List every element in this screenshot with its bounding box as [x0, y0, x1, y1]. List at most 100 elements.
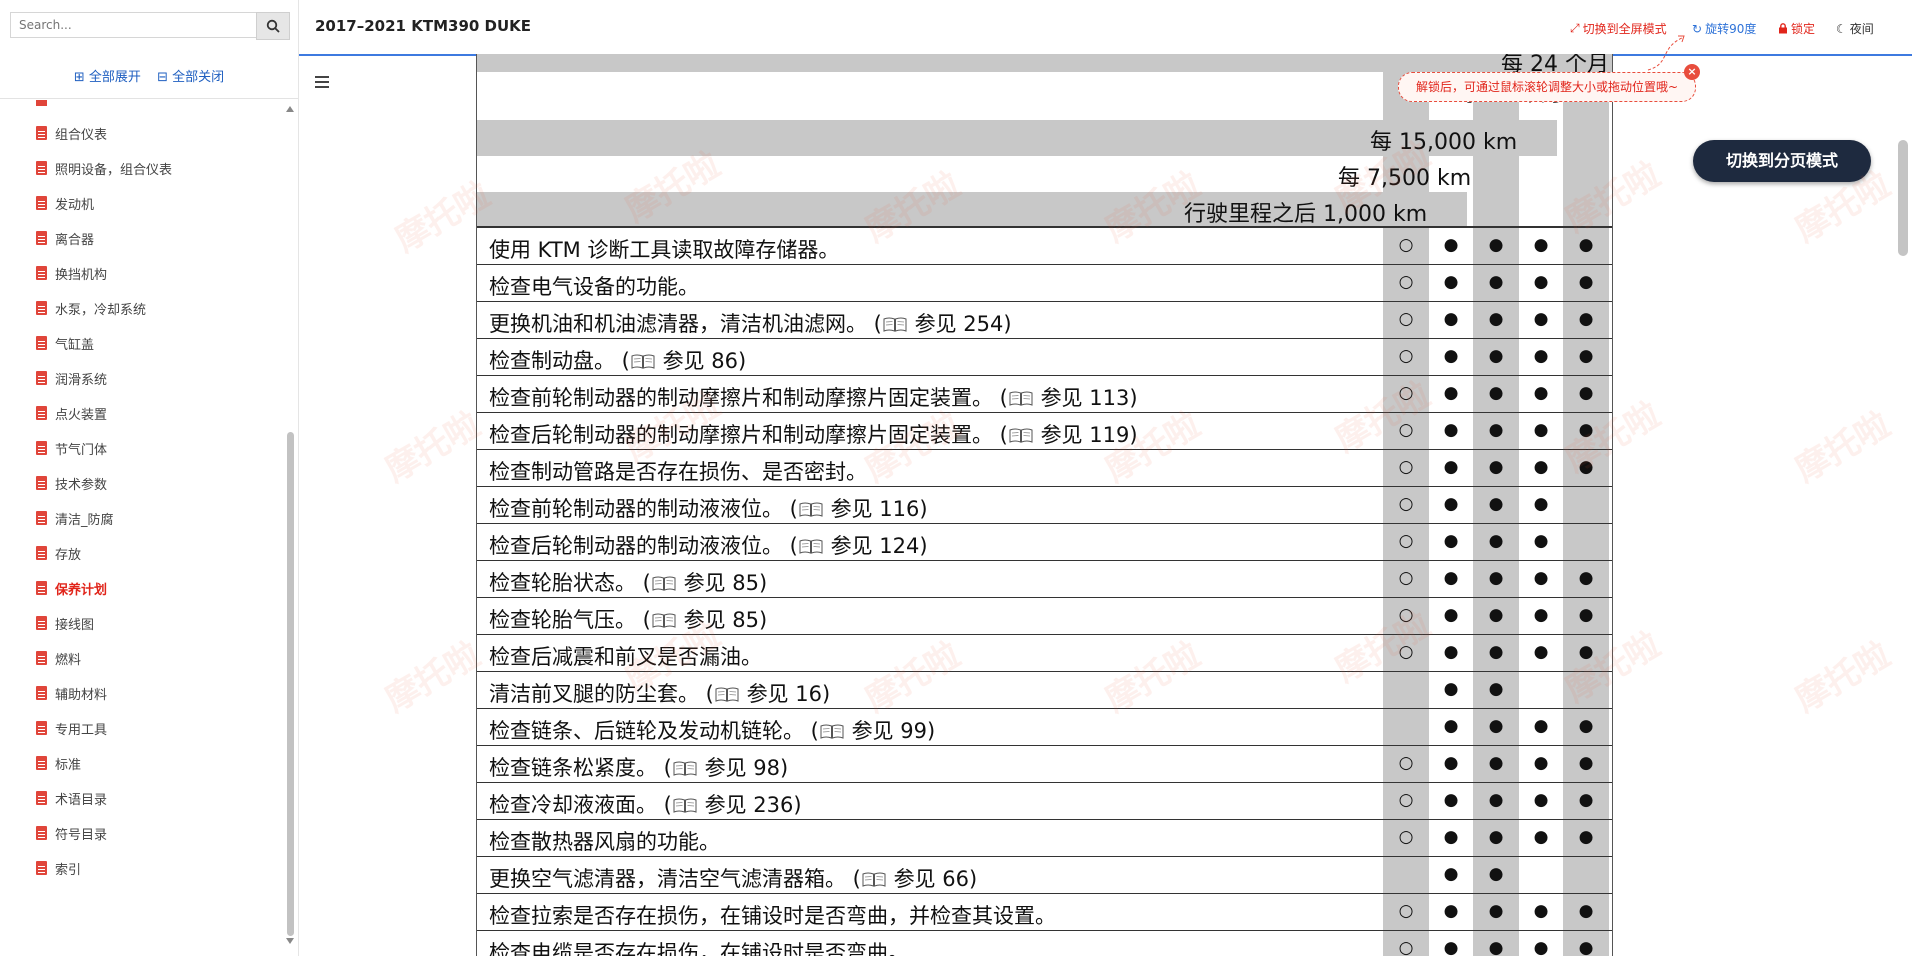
collapse-all-button[interactable]: ⊟ 全部关闭 [157, 70, 224, 85]
interval-mark: ○ [1398, 827, 1414, 847]
page-ref-link[interactable]: 119 [1089, 423, 1129, 447]
sidebar-item-label: 索引 [55, 862, 82, 878]
sidebar-item[interactable]: 发动机 [36, 193, 94, 213]
interval-mark: ● [1488, 346, 1504, 366]
interval-mark: ○ [1398, 790, 1414, 810]
sidebar-item[interactable]: 照明设备，组合仪表 [36, 158, 172, 178]
sidebar-item[interactable]: 存放 [36, 543, 81, 563]
sidebar-item[interactable]: 节气门体 [36, 438, 107, 458]
interval-mark: ● [1488, 568, 1504, 588]
sidebar-item[interactable]: 离合器 [36, 228, 94, 248]
interval-mark: ● [1578, 827, 1594, 847]
interval-mark: ● [1488, 827, 1504, 847]
scroll-up-arrow[interactable] [286, 106, 294, 112]
interval-mark: ● [1533, 420, 1549, 440]
page-ref-link[interactable]: 66 [942, 867, 969, 891]
sidebar-item-label: 术语目录 [55, 792, 108, 808]
page-ref-link[interactable]: 254 [963, 312, 1003, 336]
sidebar-item-label: 接线图 [55, 617, 95, 633]
page-ref-link[interactable]: 16 [795, 682, 822, 706]
table-row: 检查后减震和前叉是否漏油。 ○ ● ● ● ● [477, 634, 1612, 672]
page-ref-link[interactable]: 236 [753, 793, 793, 817]
sidebar-item[interactable]: 专用工具 [36, 718, 107, 738]
menu-icon[interactable] [315, 76, 329, 88]
page-ref-link[interactable]: 99 [900, 719, 927, 743]
book-icon [652, 576, 676, 591]
sidebar-item[interactable]: 气缸盖 [36, 333, 94, 353]
search-button[interactable] [256, 12, 290, 40]
book-icon [1009, 391, 1033, 406]
page-scrollbar-thumb[interactable] [1898, 140, 1908, 256]
interval-mark: ● [1533, 346, 1549, 366]
page-ref-link[interactable]: 86 [711, 349, 738, 373]
sidebar-item[interactable]: 组合仪表 [36, 123, 107, 143]
file-icon [36, 441, 47, 455]
page-ref-link[interactable]: 98 [753, 756, 780, 780]
interval-mark: ● [1578, 568, 1594, 588]
sidebar-item[interactable]: 术语目录 [36, 788, 107, 808]
lock-button[interactable]: 锁定 [1778, 20, 1815, 37]
interval-mark: ● [1578, 383, 1594, 403]
rotate-icon: ↻ [1692, 21, 1703, 36]
page-ref-link[interactable]: 113 [1089, 386, 1129, 410]
ref-prefix: 参见 [893, 867, 936, 891]
sidebar-item[interactable]: 换挡机构 [36, 263, 107, 283]
sidebar-item[interactable]: 辅助材料 [36, 683, 107, 703]
interval-mark: ○ [1398, 235, 1414, 255]
interval-mark: ● [1533, 531, 1549, 551]
night-mode-button[interactable]: ☾ 夜间 [1836, 20, 1874, 37]
expand-all-button[interactable]: ⊞ 全部展开 [74, 70, 141, 85]
sidebar-item[interactable]: 水泵，冷却系统 [36, 298, 146, 318]
interval-mark: ● [1578, 457, 1594, 477]
scroll-down-arrow[interactable] [286, 938, 294, 944]
task-label: 检查散热器风扇的功能。 [489, 830, 720, 854]
page-ref-link[interactable]: 116 [879, 497, 919, 521]
sidebar-scrollbar[interactable] [286, 106, 294, 946]
sidebar-item[interactable]: 接线图 [36, 613, 94, 633]
watermark-logo: 摩托啦 [1788, 404, 1897, 491]
interval-mark: ● [1533, 790, 1549, 810]
sidebar-item[interactable]: 符号目录 [36, 823, 107, 843]
interval-mark: ● [1533, 494, 1549, 514]
interval-label: 行驶里程之后 1,000 km [1184, 202, 1428, 227]
ref-prefix: 参见 [914, 312, 957, 336]
page-ref-link[interactable]: 85 [732, 608, 759, 632]
task-label: 检查轮胎气压。 [489, 608, 636, 632]
sidebar-item[interactable]: 燃料 [36, 648, 81, 668]
book-icon [862, 872, 886, 887]
task-label: 检查后轮制动器的制动液液位。 [489, 534, 783, 558]
interval-mark: ● [1578, 938, 1594, 956]
book-icon [820, 724, 844, 739]
close-icon[interactable]: × [1684, 64, 1700, 80]
header-divider [477, 226, 1612, 228]
interval-mark: ● [1533, 642, 1549, 662]
task-text: 检查制动管路是否存在损伤、是否密封。 [489, 456, 867, 486]
interval-mark: ○ [1398, 494, 1414, 514]
interval-mark: ● [1443, 383, 1459, 403]
sidebar-item[interactable]: 索引 [36, 858, 81, 878]
interval-mark: ● [1443, 827, 1459, 847]
interval-mark: ● [1533, 827, 1549, 847]
page-ref-link[interactable]: 85 [732, 571, 759, 595]
page-mode-button[interactable]: 切换到分页模式 [1693, 140, 1871, 182]
interval-mark: ● [1533, 309, 1549, 329]
task-label: 检查后轮制动器的制动摩擦片和制动摩擦片固定装置。 [489, 423, 993, 447]
sidebar-item[interactable]: 技术参数 [36, 473, 107, 493]
sidebar-item[interactable]: 清洁_防腐 [36, 508, 114, 528]
table-row: 检查后轮制动器的制动液液位。 ( 参见 124) ○ ● ● ● [477, 523, 1612, 561]
interval-mark: ● [1443, 605, 1459, 625]
table-row: 检查散热器风扇的功能。 ○ ● ● ● ● [477, 819, 1612, 857]
sidebar-item-label: 燃料 [55, 652, 82, 668]
sidebar-item[interactable]: 保养计划 [36, 578, 107, 598]
sidebar-item[interactable]: 润滑系统 [36, 368, 107, 388]
interval-mark: ● [1488, 790, 1504, 810]
sidebar-item[interactable]: 点火装置 [36, 403, 107, 423]
rotate-button[interactable]: ↻ 旋转90度 [1692, 20, 1756, 37]
search-input[interactable] [10, 12, 256, 38]
task-text: 检查冷却液液面。 ( 参见 236) [489, 793, 802, 817]
page-ref-link[interactable]: 124 [879, 534, 919, 558]
sidebar-item[interactable]: 标准 [36, 753, 81, 773]
task-label: 检查冷却液液面。 [489, 793, 657, 817]
ref-paren: ( [636, 608, 651, 632]
scrollbar-thumb[interactable] [287, 432, 294, 936]
